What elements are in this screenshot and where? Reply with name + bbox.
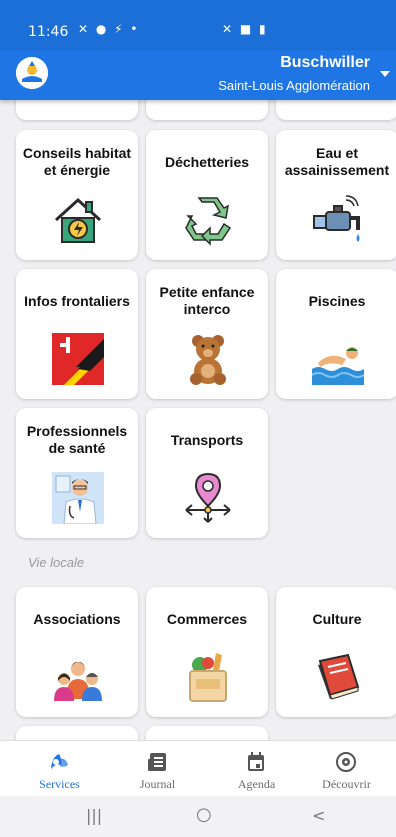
service-card-label: Petite enfance interco (159, 284, 255, 317)
home-button[interactable]: ○ (196, 804, 212, 825)
location-arrows-icon (185, 472, 231, 523)
service-card-label: Professionnels de santé (26, 423, 128, 456)
water-tap-icon (313, 195, 360, 242)
house-energy-icon (54, 197, 102, 243)
nav-tab-journal[interactable]: Journal (108, 741, 207, 797)
service-card-label: Piscines (308, 292, 366, 309)
service-card-infos-frontaliers[interactable]: Infos frontaliers (16, 269, 138, 399)
system-navigation-bar: ||| ○ < (0, 796, 396, 837)
service-card-partial[interactable] (16, 726, 138, 740)
service-card-petite-enfance[interactable]: Petite enfance interco (146, 269, 268, 399)
status-bar: 11:46 ✕ ● ⚡ • ✕ ■ ▮ (0, 0, 396, 50)
service-card-dechetteries[interactable]: Déchetteries (146, 130, 268, 260)
service-card-label: Transports (170, 431, 244, 448)
service-card-label: Associations (33, 610, 121, 627)
nav-tab-agenda[interactable]: Agenda (207, 741, 306, 797)
service-card-commerces[interactable]: Commerces (146, 587, 268, 717)
service-card-associations[interactable]: Associations (16, 587, 138, 717)
service-card-label: Déchetteries (164, 153, 250, 170)
service-card-partial[interactable] (276, 100, 396, 120)
agglomeration-name[interactable]: Saint-Louis Agglomération (218, 78, 370, 93)
service-card-label: Commerces (166, 610, 248, 627)
nav-label: Services (39, 777, 80, 791)
service-card-partial[interactable] (16, 100, 138, 120)
flags-icon (52, 333, 104, 385)
service-card-conseils-habitat[interactable]: Conseils habitat et énergie (16, 130, 138, 260)
nav-tab-decouvrir[interactable]: Découvrir (297, 741, 396, 797)
people-icon (54, 661, 102, 701)
grocery-bag-icon (189, 653, 227, 702)
service-card-label: Eau et assainissement (284, 145, 390, 178)
app-logo-icon[interactable] (16, 57, 48, 89)
service-card-transports[interactable]: Transports (146, 408, 268, 538)
back-button[interactable]: < (312, 806, 325, 825)
service-card-professionnels-sante[interactable]: Professionnels de santé (16, 408, 138, 538)
city-name[interactable]: Buschwiller (280, 54, 370, 72)
book-icon (318, 653, 360, 700)
doctor-icon (52, 472, 104, 524)
compass-icon (336, 752, 356, 772)
nav-label: Découvrir (322, 777, 371, 791)
notification-icons: ✕ ● ⚡ • (78, 22, 140, 36)
system-status-icons: ✕ ■ ▮ (222, 22, 268, 36)
journal-icon (148, 753, 166, 771)
chevron-down-icon[interactable] (380, 71, 390, 77)
nav-label: Agenda (237, 777, 276, 791)
service-card-eau[interactable]: Eau et assainissement (276, 130, 396, 260)
section-title-vie-locale: Vie locale (28, 555, 85, 570)
teddy-bear-icon (190, 335, 226, 385)
services-grid[interactable]: Conseils habitat et énergie Déchetteries… (0, 100, 396, 740)
nav-label: Journal (139, 777, 176, 791)
bottom-navigation: Services Journal Agenda Découvrir (0, 740, 396, 797)
recents-button[interactable]: ||| (86, 806, 102, 825)
service-card-culture[interactable]: Culture (276, 587, 396, 717)
calendar-icon (248, 752, 264, 771)
service-card-piscines[interactable]: Piscines (276, 269, 396, 399)
nav-tab-services[interactable]: Services (10, 741, 109, 797)
swimmer-icon (312, 347, 364, 385)
service-card-partial[interactable] (146, 100, 268, 120)
status-time: 11:46 (28, 24, 69, 40)
service-card-label: Infos frontaliers (24, 292, 130, 309)
recycle-icon (185, 197, 232, 246)
service-card-label: Conseils habitat et énergie (22, 145, 132, 178)
service-card-label: Culture (312, 610, 362, 627)
app-header: Buschwiller Saint-Louis Agglomération (0, 50, 396, 100)
services-icon (51, 754, 68, 769)
service-card-partial[interactable] (146, 726, 268, 740)
